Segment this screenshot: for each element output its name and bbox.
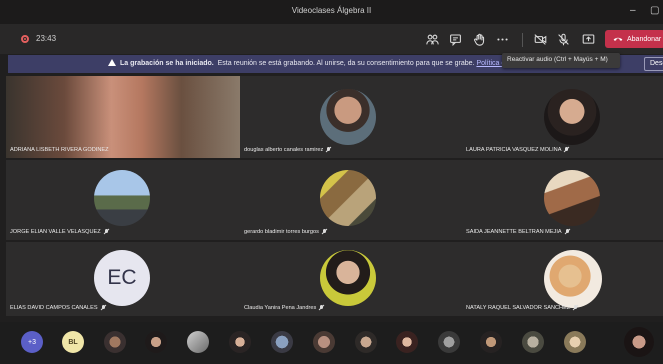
participant-thumb[interactable] [564, 331, 586, 353]
video-feed [6, 76, 240, 158]
window-title: Videoclases Álgebra II [291, 6, 372, 15]
participant-name: ADRIANA LISBETH RIVERA GODINEZ [10, 147, 109, 153]
banner-text: Esta reunión se está grabando. Al unirse… [217, 60, 475, 67]
banner-bold: La grabación se ha iniciado. [120, 60, 214, 67]
participant-tile[interactable]: EC ELIAS DAVID CAMPOS CANALES [6, 242, 240, 316]
participant-name: LAURA PATRICIA VASQUEZ MOLINA [466, 147, 569, 153]
mic-off-icon [565, 229, 570, 235]
toolbar-divider [522, 33, 523, 47]
avatar [544, 170, 600, 226]
avatar-initials: EC [94, 250, 150, 306]
mic-off-icon [101, 305, 106, 311]
leave-label: Abandonar [627, 35, 662, 43]
mic-off-icon [564, 147, 569, 153]
participant-thumb[interactable] [271, 331, 293, 353]
participant-tile[interactable]: NATALY RAQUEL SALVADOR SANCHEZ [462, 242, 663, 316]
participant-thumb[interactable] [522, 331, 544, 353]
participant-strip: +3 BL [0, 322, 663, 364]
participant-name: Claudia Yanira Pena Jandres [244, 305, 324, 311]
participants-button[interactable] [424, 31, 440, 47]
participant-thumb[interactable]: BL [62, 331, 84, 353]
participant-thumb[interactable] [104, 331, 126, 353]
recording-icon [21, 35, 29, 43]
share-button[interactable] [580, 31, 596, 47]
participant-tile[interactable]: gerardo bladimir torres burgos [240, 160, 462, 240]
mute-tooltip: Reactivar audio (Ctrl + Mayús + M) [502, 53, 620, 68]
more-icon [496, 37, 508, 41]
participant-name: NATALY RAQUEL SALVADOR SANCHEZ [466, 305, 578, 311]
title-bar: Videoclases Álgebra II – ▢ [0, 0, 663, 24]
meeting-timer: 23:43 [36, 34, 57, 43]
mic-off-icon [557, 33, 569, 45]
participant-name: ELIAS DAVID CAMPOS CANALES [10, 305, 106, 311]
camera-off-icon [533, 33, 546, 45]
avatar [544, 250, 602, 308]
participant-name: gerardo bladimir torres burgos [244, 229, 327, 235]
phone-hangup-icon [613, 37, 623, 41]
participant-thumb[interactable] [396, 331, 418, 353]
mic-off-icon [319, 305, 324, 311]
participant-thumb[interactable] [145, 331, 167, 353]
avatar [320, 250, 376, 306]
chat-icon [449, 34, 461, 46]
recording-message: La grabación se ha iniciado. Esta reunió… [108, 59, 517, 67]
dismiss-button[interactable]: Descar [644, 57, 663, 71]
mic-off-icon [573, 305, 578, 311]
avatar [320, 170, 376, 226]
more-actions-button[interactable] [494, 31, 510, 47]
participant-name: douglas alberto canales ramirez [244, 147, 331, 153]
participant-tile[interactable]: SAIDA JEANNETTE BELTRAN MEJIA [462, 160, 663, 240]
mic-off-icon [104, 229, 109, 235]
participant-tile[interactable]: Claudia Yanira Pena Jandres [240, 242, 462, 316]
mic-off-icon [322, 229, 327, 235]
participant-tile[interactable]: ADRIANA LISBETH RIVERA GODINEZ [6, 76, 240, 158]
meeting-toolbar: 23:43 [0, 24, 663, 54]
participant-thumb[interactable] [229, 331, 251, 353]
warning-icon [108, 59, 116, 66]
more-participants-button[interactable]: +3 [21, 331, 43, 353]
participant-tile[interactable]: douglas alberto canales ramirez [240, 76, 462, 158]
share-screen-icon [582, 34, 594, 44]
avatar [320, 89, 376, 145]
avatar [544, 89, 600, 145]
participant-name: SAIDA JEANNETTE BELTRAN MEJIA [466, 229, 570, 235]
camera-button[interactable] [532, 31, 548, 47]
hand-icon [473, 33, 484, 46]
self-view-thumb[interactable] [624, 327, 654, 357]
leave-button[interactable]: Abandonar [605, 30, 663, 48]
participant-thumb[interactable] [313, 331, 335, 353]
people-icon [425, 34, 439, 44]
maximize-icon[interactable]: ▢ [650, 5, 659, 16]
participant-thumb[interactable] [187, 331, 209, 353]
participant-thumb[interactable] [438, 331, 460, 353]
raise-hand-button[interactable] [471, 31, 487, 47]
mic-off-icon [326, 147, 331, 153]
participant-tile[interactable]: JORGE ELIAN VALLE VELASQUEZ [6, 160, 240, 240]
chat-button[interactable] [447, 31, 463, 47]
participant-thumb[interactable] [355, 331, 377, 353]
participant-tile[interactable]: LAURA PATRICIA VASQUEZ MOLINA [462, 76, 663, 158]
mic-button[interactable] [555, 31, 571, 47]
minimize-icon[interactable]: – [630, 5, 636, 16]
participant-name: JORGE ELIAN VALLE VELASQUEZ [10, 229, 109, 235]
avatar [94, 170, 150, 226]
participant-thumb[interactable] [480, 331, 502, 353]
